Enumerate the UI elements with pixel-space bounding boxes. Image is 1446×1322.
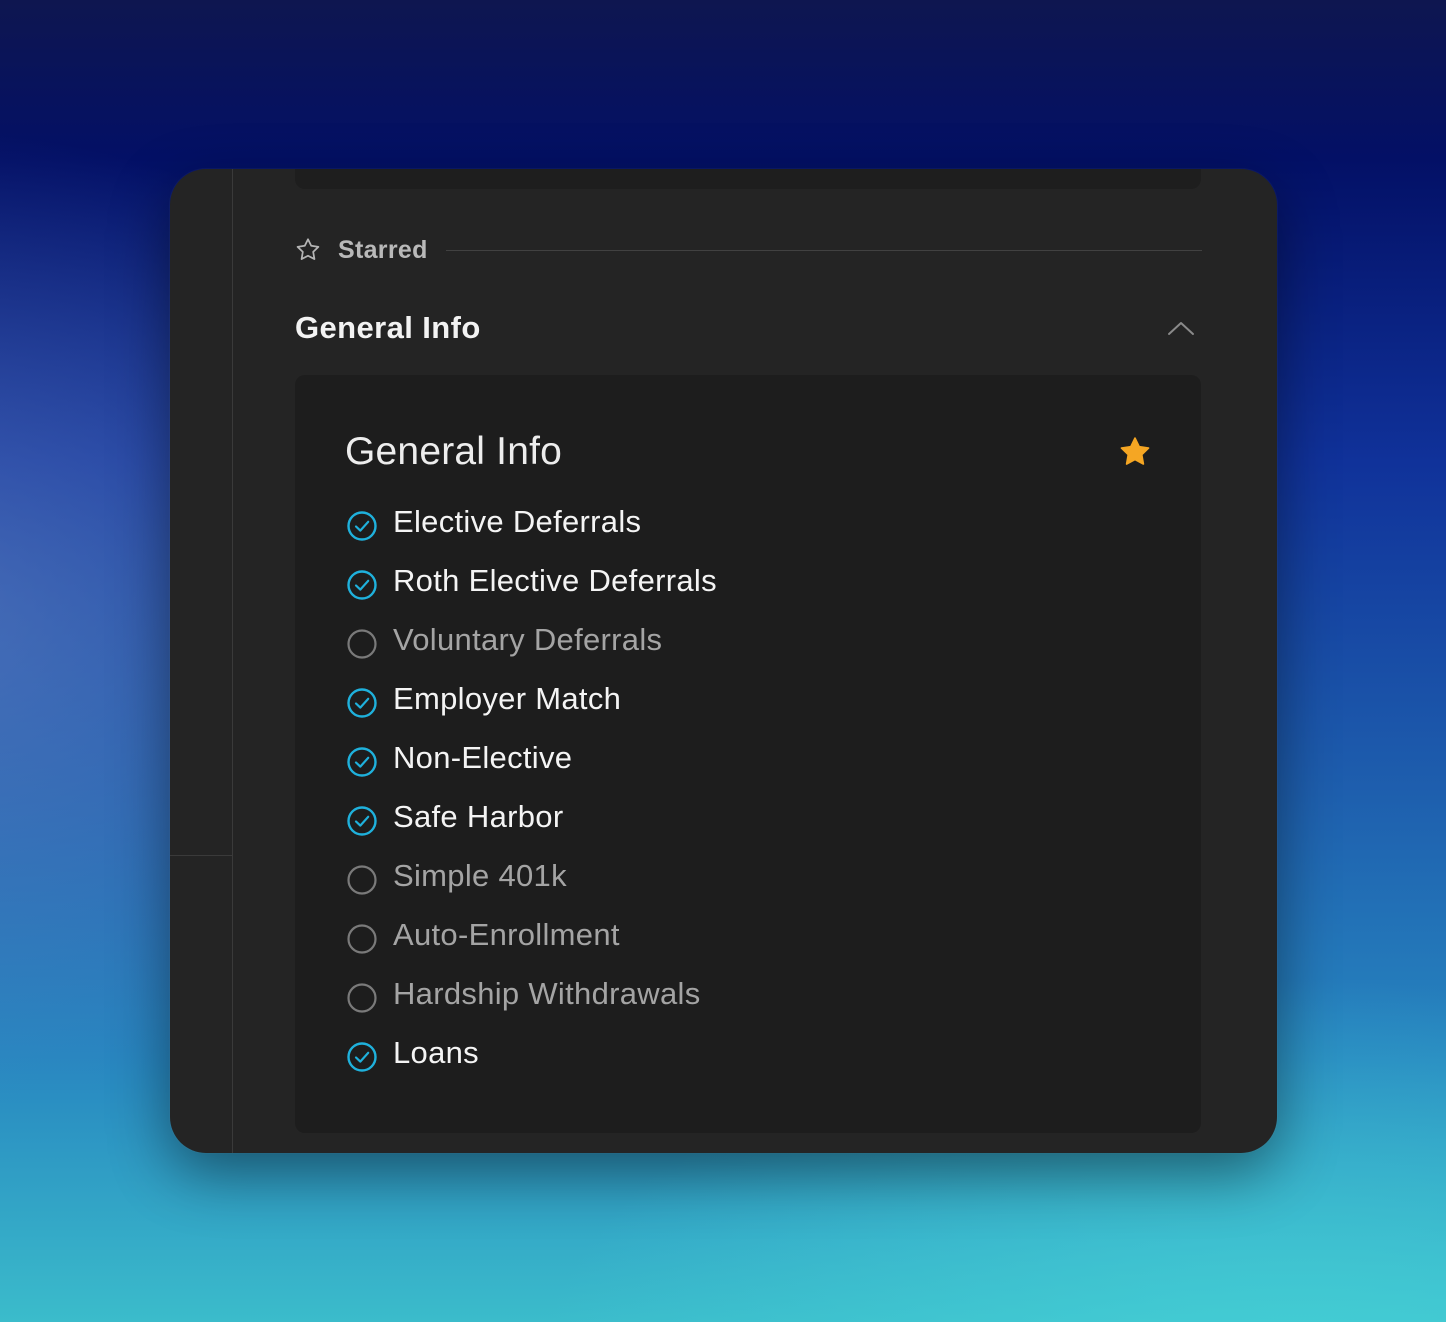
check-circle-icon[interactable] xyxy=(345,804,379,838)
feature-item-label: Auto-Enrollment xyxy=(393,916,620,952)
feature-item-label: Elective Deferrals xyxy=(393,503,642,539)
feature-list: Elective Deferrals Roth Elective Deferral… xyxy=(345,492,717,1082)
feature-item[interactable]: Simple 401k xyxy=(345,846,717,905)
feature-item[interactable]: Employer Match xyxy=(345,669,717,728)
check-circle-icon[interactable] xyxy=(345,509,379,543)
feature-item[interactable]: Roth Elective Deferrals xyxy=(345,551,717,610)
feature-item-label: Non-Elective xyxy=(393,739,573,775)
feature-item-label: Simple 401k xyxy=(393,857,567,893)
feature-item-label: Employer Match xyxy=(393,680,622,716)
feature-item[interactable]: Elective Deferrals xyxy=(345,492,717,551)
empty-circle-icon[interactable] xyxy=(345,863,379,897)
starred-label: Starred xyxy=(338,235,428,264)
feature-panel-window: Starred General Info General Info Electi… xyxy=(170,169,1277,1153)
feature-item[interactable]: Voluntary Deferrals xyxy=(345,610,717,669)
feature-item[interactable]: Loans xyxy=(345,1023,717,1082)
empty-circle-icon[interactable] xyxy=(345,981,379,1015)
feature-item[interactable]: Hardship Withdrawals xyxy=(345,964,717,1023)
star-outline-icon xyxy=(294,236,322,264)
section-title: General Info xyxy=(295,310,481,345)
left-rail xyxy=(170,169,233,1153)
feature-item-label: Roth Elective Deferrals xyxy=(393,562,717,598)
rail-divider xyxy=(170,855,232,856)
star-filled-icon[interactable] xyxy=(1117,434,1153,470)
feature-item-label: Loans xyxy=(393,1034,479,1070)
check-circle-icon[interactable] xyxy=(345,1040,379,1074)
feature-item-label: Hardship Withdrawals xyxy=(393,975,701,1011)
starred-divider xyxy=(445,249,1202,251)
empty-circle-icon[interactable] xyxy=(345,627,379,661)
check-circle-icon[interactable] xyxy=(345,745,379,779)
empty-circle-icon[interactable] xyxy=(345,922,379,956)
general-info-card: General Info Elective Deferrals Roth Elec… xyxy=(295,375,1201,1133)
check-circle-icon[interactable] xyxy=(345,686,379,720)
chevron-up-icon[interactable] xyxy=(1163,310,1199,346)
card-title: General Info xyxy=(345,430,563,473)
starred-filter-row[interactable]: Starred xyxy=(294,231,1202,269)
feature-item[interactable]: Auto-Enrollment xyxy=(345,905,717,964)
feature-item-label: Safe Harbor xyxy=(393,798,564,834)
previous-card-edge xyxy=(295,169,1201,189)
feature-item[interactable]: Non-Elective xyxy=(345,728,717,787)
section-header-general-info[interactable]: General Info xyxy=(295,303,1201,353)
check-circle-icon[interactable] xyxy=(345,568,379,602)
card-header: General Info xyxy=(345,427,1153,477)
feature-item-label: Voluntary Deferrals xyxy=(393,621,663,657)
feature-item[interactable]: Safe Harbor xyxy=(345,787,717,846)
